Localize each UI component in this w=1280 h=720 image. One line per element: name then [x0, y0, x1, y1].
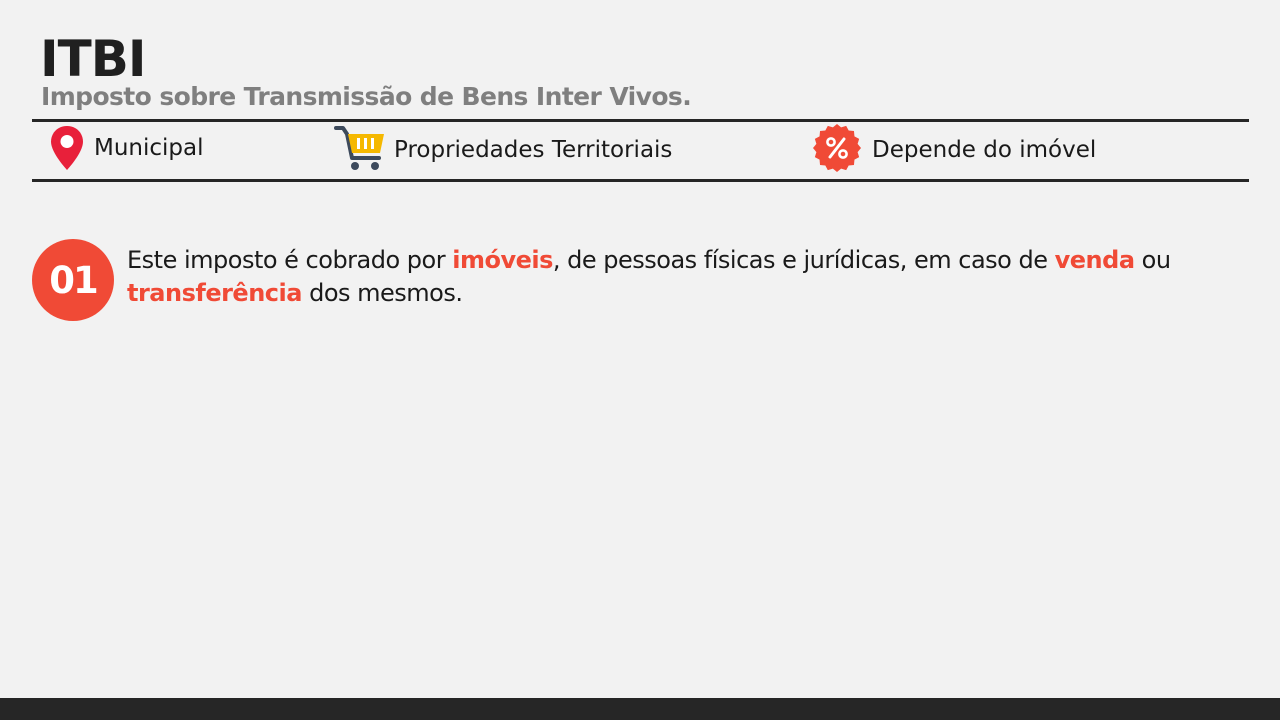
page-title: ITBI [40, 30, 146, 88]
top-divider [32, 119, 1249, 122]
page-subtitle: Imposto sobre Transmissão de Bens Inter … [41, 82, 692, 111]
highlight-transferencia: transferência [127, 279, 302, 307]
highlight-imoveis: imóveis [452, 246, 553, 274]
info-item-base: Propriedades Territoriais [334, 124, 672, 176]
bottom-divider [32, 179, 1249, 182]
point-text-part: , de pessoas físicas e jurídicas, em cas… [552, 246, 1055, 274]
info-label-base: Propriedades Territoriais [394, 137, 673, 163]
info-item-rate: Depende do imóvel [812, 124, 1096, 176]
point-text-part: Este imposto é cobrado por [127, 246, 453, 274]
footer-bar [0, 698, 1280, 720]
point-text-part: dos mesmos. [301, 279, 463, 307]
info-item-scope: Municipal [50, 124, 204, 176]
point-number-badge: 01 [32, 239, 114, 321]
location-pin-icon [50, 125, 84, 175]
highlight-venda: venda [1054, 246, 1135, 274]
percent-badge-icon [812, 123, 862, 177]
shopping-cart-icon [334, 124, 386, 176]
info-label-scope: Municipal [94, 135, 204, 161]
point-text-part: ou [1134, 246, 1171, 274]
point-text: Este imposto é cobrado por imóveis, de p… [127, 244, 1257, 310]
info-label-rate: Depende do imóvel [872, 137, 1097, 163]
